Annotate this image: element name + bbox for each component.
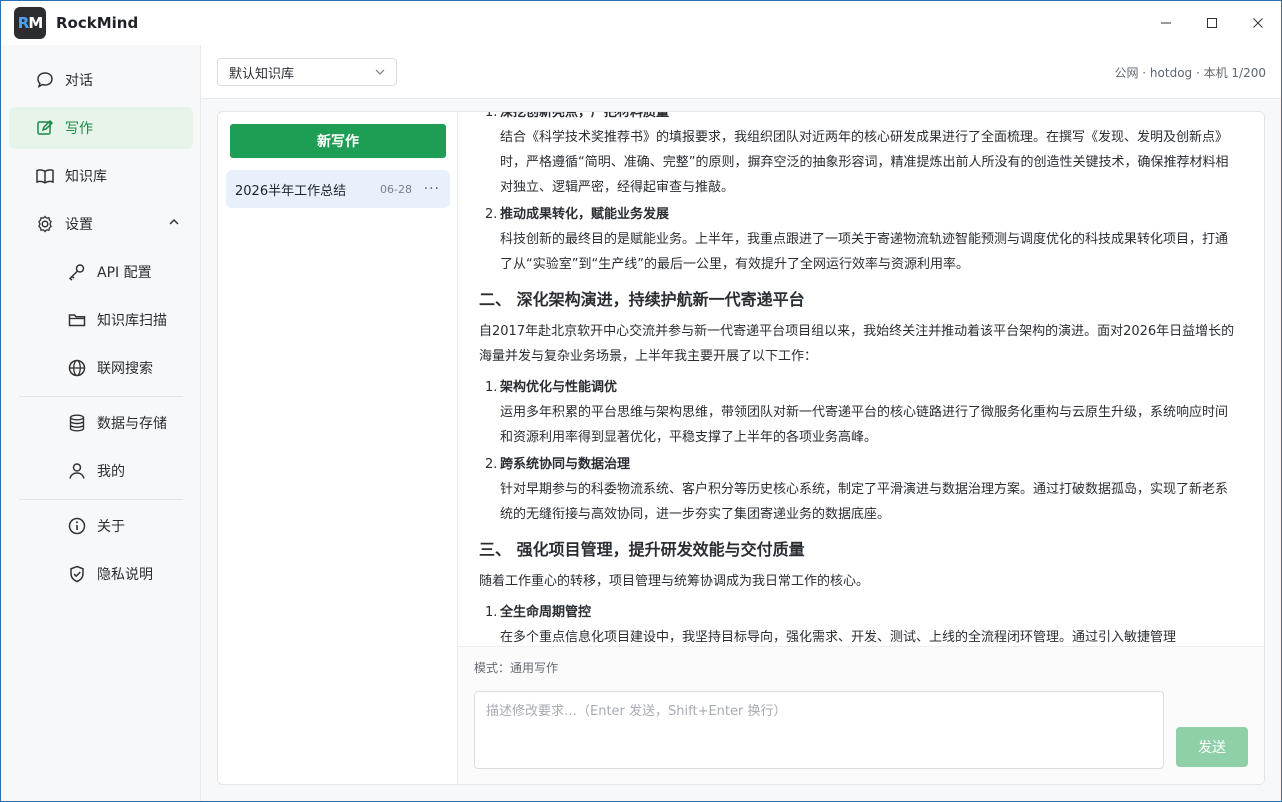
list-item-title: 全生命周期管控 [500,605,592,620]
writing-mode-label: 模式：通用写作 [474,661,559,675]
document-date: 06-28 [380,182,412,196]
info-icon [67,516,87,536]
list-item: 2. 推动成果转化，赋能业务发展 科技创新的最终目的是赋能业务。上半年，我重点跟… [479,202,1239,277]
book-icon [35,166,55,186]
app-window: RM RockMind 对话 写作 知识库 设置 API 配置 知识库扫描 联网… [0,0,1282,802]
database-icon [67,413,87,433]
sidebar-item-knowledge[interactable]: 知识库 [9,155,193,197]
sidebar-item-label: 我的 [97,464,125,480]
sidebar-item-label: 关于 [97,519,125,535]
list-number: 2. [485,207,498,222]
minimize-icon [1161,22,1171,24]
sidebar-item-label: 知识库扫描 [97,313,167,329]
maximize-button[interactable] [1189,1,1235,45]
list-number: 1. [485,112,498,120]
section-heading: 二、 深化架构演进，持续护航新一代寄递平台 [479,290,805,309]
title-bar: RM RockMind [1,1,1281,45]
new-writing-button[interactable]: 新写作 [230,124,446,158]
revision-prompt-input[interactable]: 描述修改要求…（Enter 发送，Shift+Enter 换行） [474,691,1164,769]
knowledge-base-select-value: 默认知识库 [229,66,295,82]
list-item: 1. 架构优化与性能调优 运用多年积累的平台思维与架构思维，带领团队对新一代寄递… [479,375,1239,450]
shield-icon [67,564,87,584]
app-title: RockMind [56,14,139,32]
list-item: 1. 全生命周期管控 在多个重点信息化项目建设中，我坚持目标导向，强化需求、开发… [479,600,1239,646]
numbered-list: 1. 架构优化与性能调优 运用多年积累的平台思维与架构思维，带领团队对新一代寄递… [479,375,1239,527]
minimize-button[interactable] [1143,1,1189,45]
sidebar-item-kb-scan[interactable]: 知识库扫描 [9,299,193,341]
document-list: 新写作 2026半年工作总结 06-28 ··· [218,112,458,784]
sidebar-item-label: 设置 [65,217,93,233]
logo-letter-r: R [17,14,30,32]
sidebar-item-label: 数据与存储 [97,416,167,432]
list-item-body: 运用多年积累的平台思维与架构思维，带领团队对新一代寄递平台的核心链路进行了微服务… [500,405,1229,445]
list-number: 1. [485,380,498,395]
gear-icon [35,214,55,234]
document-view[interactable]: 1. 深挖创新亮点，严把材料质量 结合《科学技术奖推荐书》的填报要求，我组织团队… [458,112,1264,646]
sidebar-divider [19,396,183,397]
list-number: 2. [485,457,498,472]
sidebar-item-profile[interactable]: 我的 [9,450,193,492]
list-item-title: 跨系统协同与数据治理 [500,457,631,472]
close-icon [1253,18,1263,28]
sidebar-item-data-storage[interactable]: 数据与存储 [9,402,193,444]
compose-area: 模式：通用写作 描述修改要求…（Enter 发送，Shift+Enter 换行）… [458,646,1264,784]
sidebar-item-label: 联网搜索 [97,361,153,377]
sidebar-item-privacy[interactable]: 隐私说明 [9,553,193,595]
window-controls [1143,1,1281,45]
sidebar-item-label: 写作 [65,121,93,137]
document-title: 2026半年工作总结 [235,183,347,199]
logo-letter-m: M [28,14,43,32]
user-icon [67,461,87,481]
list-item-body: 结合《科学技术奖推荐书》的填报要求，我组织团队对近两年的核心研发成果进行了全面梳… [500,130,1229,195]
sidebar-item-chat[interactable]: 对话 [9,59,193,101]
close-button[interactable] [1235,1,1281,45]
main-topbar: 默认知识库 公网 · hotdog · 本机 1/200 [201,45,1281,99]
sidebar-item-settings[interactable]: 设置 [9,203,193,245]
app-logo: RM [14,7,46,39]
chat-icon [35,70,55,90]
maximize-icon [1207,18,1217,28]
globe-icon [67,358,87,378]
sidebar-item-writing[interactable]: 写作 [9,107,193,149]
key-icon [67,262,87,282]
sidebar-item-about[interactable]: 关于 [9,505,193,547]
numbered-list: 1. 深挖创新亮点，严把材料质量 结合《科学技术奖推荐书》的填报要求，我组织团队… [479,112,1239,277]
list-item: 1. 深挖创新亮点，严把材料质量 结合《科学技术奖推荐书》的填报要求，我组织团队… [479,112,1239,200]
list-item-title: 架构优化与性能调优 [500,380,618,395]
section-intro: 随着工作重心的转移，项目管理与统筹协调成为我日常工作的核心。 [479,574,870,589]
sidebar-divider [19,499,183,500]
list-item-body: 在多个重点信息化项目建设中，我坚持目标导向，强化需求、开发、测试、上线的全流程闭… [500,630,1177,645]
list-item: 2. 跨系统协同与数据治理 针对早期参与的科委物流系统、客户积分等历史核心系统，… [479,452,1239,527]
chevron-up-icon [167,215,181,233]
list-item-body: 针对早期参与的科委物流系统、客户积分等历史核心系统，制定了平滑演进与数据治理方案… [500,482,1229,522]
sidebar-item-web-search[interactable]: 联网搜索 [9,347,193,389]
list-number: 1. [485,605,498,620]
edit-icon [35,118,55,138]
sidebar-item-label: API 配置 [97,265,152,281]
connection-status: 公网 · hotdog · 本机 1/200 [1114,66,1266,80]
list-item-body: 科技创新的最终目的是赋能业务。上半年，我重点跟进了一项关于寄递物流轨迹智能预测与… [500,232,1229,272]
list-item-title: 深挖创新亮点，严把材料质量 [500,112,670,120]
send-button[interactable]: 发送 [1176,727,1248,767]
sidebar: 对话 写作 知识库 设置 API 配置 知识库扫描 联网搜索 数据与存储 我的 … [1,45,201,801]
knowledge-base-select[interactable]: 默认知识库 [217,58,397,86]
document-list-item[interactable]: 2026半年工作总结 06-28 ··· [226,170,450,208]
section-heading: 三、 强化项目管理，提升研发效能与交付质量 [479,540,805,559]
sidebar-item-api-config[interactable]: API 配置 [9,251,193,293]
list-item-title: 推动成果转化，赋能业务发展 [500,207,670,222]
document-content: 1. 深挖创新亮点，严把材料质量 结合《科学技术奖推荐书》的填报要求，我组织团队… [479,112,1239,646]
sidebar-item-label: 对话 [65,73,93,89]
numbered-list: 1. 全生命周期管控 在多个重点信息化项目建设中，我坚持目标导向，强化需求、开发… [479,600,1239,646]
chevron-down-icon [374,66,386,82]
more-options-button[interactable]: ··· [424,181,440,197]
sidebar-item-label: 隐私说明 [97,567,153,583]
writing-panel: 新写作 2026半年工作总结 06-28 ··· 1. 深挖创新亮点，严把材料质… [217,111,1265,785]
folder-icon [67,310,87,330]
section-intro: 自2017年赴北京软开中心交流并参与新一代寄递平台项目组以来，我始终关注并推动着… [479,324,1235,364]
sidebar-item-label: 知识库 [65,169,107,185]
